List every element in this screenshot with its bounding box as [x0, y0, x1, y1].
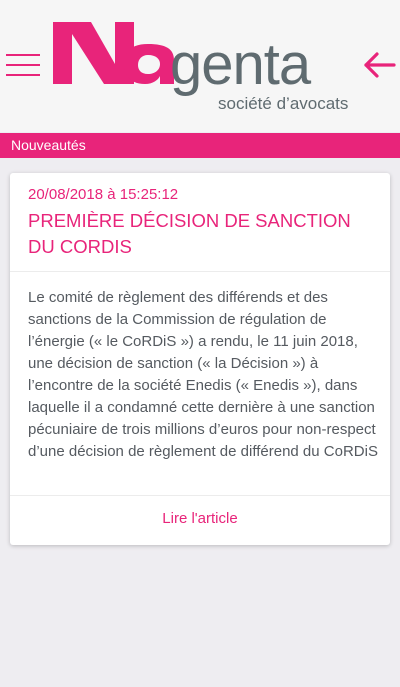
article-card: 20/08/2018 à 15:25:12 PREMIÈRE DÉCISION … — [10, 173, 390, 545]
section-title: Nouveautés — [11, 137, 86, 153]
article-date: 20/08/2018 à 15:25:12 — [28, 186, 179, 203]
magenta-logo: genta société d’avocats — [53, 22, 348, 113]
card-divider-top — [10, 271, 390, 272]
article-summary: Le comité de règlement des différends et… — [28, 289, 378, 460]
section-header: Nouveautés — [0, 133, 400, 158]
hamburger-menu-icon[interactable] — [6, 52, 42, 78]
app-header: genta société d’avocats — [0, 0, 400, 132]
article-title[interactable]: PREMIÈRE DÉCISION DE SANCTION DU CORDIS — [28, 208, 378, 260]
logo-wordmark: genta — [170, 32, 312, 97]
logo-tagline: société d’avocats — [218, 94, 348, 113]
card-divider-bottom — [10, 495, 390, 496]
read-article-link[interactable]: Lire l'article — [10, 510, 390, 527]
arrow-left-icon[interactable] — [362, 50, 396, 80]
